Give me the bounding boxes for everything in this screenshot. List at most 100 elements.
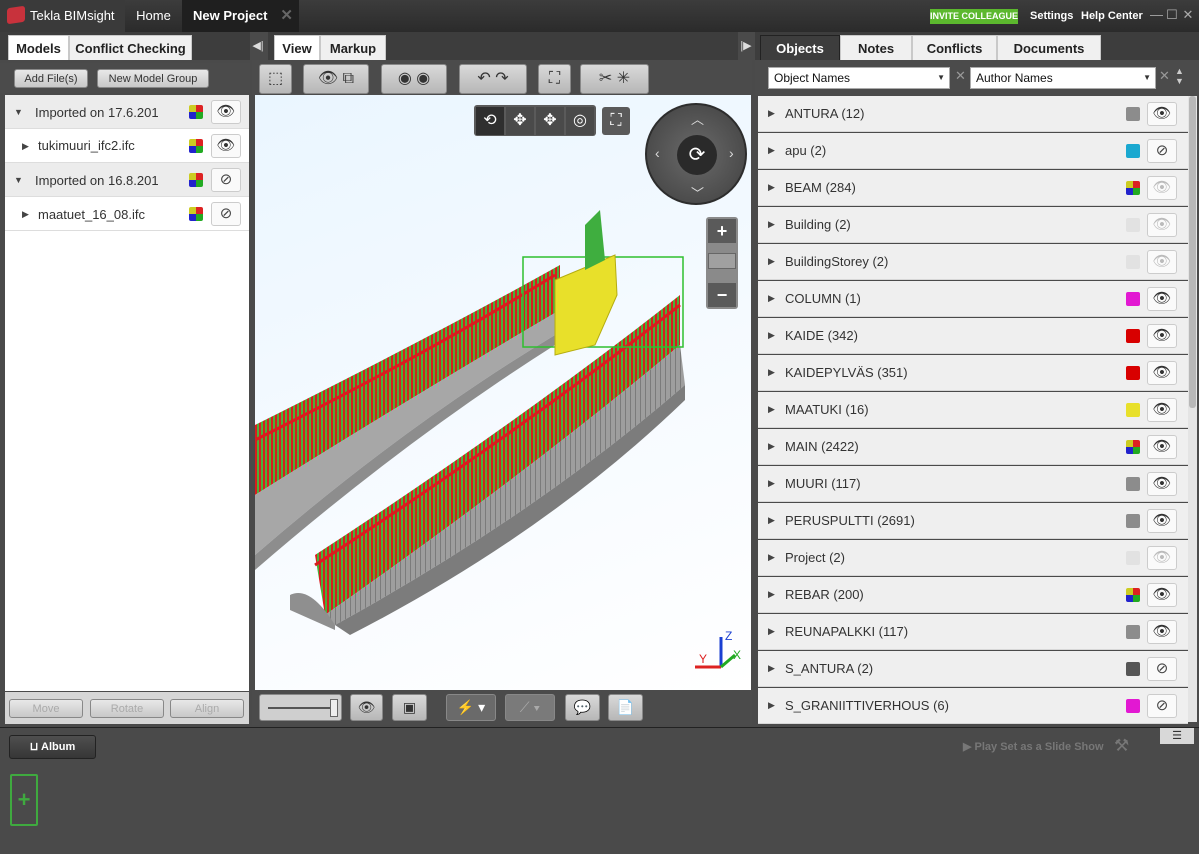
nav-left-icon[interactable]: ‹	[655, 145, 660, 161]
color-mode-icon[interactable]	[189, 207, 203, 221]
add-slide-button[interactable]: +	[10, 774, 38, 826]
color-swatch[interactable]	[1126, 551, 1140, 565]
expand-arrow-icon[interactable]: ▶	[768, 626, 775, 637]
expand-album-icon[interactable]: ☰	[1160, 728, 1194, 744]
tab-documents[interactable]: Documents	[997, 35, 1101, 60]
settings-link[interactable]: Settings	[1030, 0, 1073, 32]
tools-icon[interactable]: ⚒	[1114, 736, 1129, 756]
expand-arrow-icon[interactable]: ▶	[768, 330, 775, 341]
collapse-left-icon[interactable]: ◀|	[250, 32, 266, 60]
3d-viewport[interactable]: Z Y X ⟲ ✥ ✥ ◎ ⛶ ⟳ ︿ ﹀ ‹ › + −	[255, 95, 751, 690]
expand-arrow-icon[interactable]: ▶	[768, 663, 775, 674]
eye-icon[interactable]: 👁	[211, 134, 241, 158]
object-row[interactable]: ▶ BEAM (284) 👁	[758, 170, 1188, 206]
eye-icon[interactable]: 👁	[1147, 583, 1177, 607]
object-row[interactable]: ▶ REBAR (200) 👁	[758, 577, 1188, 613]
expand-arrow-icon[interactable]: ▶	[768, 404, 775, 415]
object-row[interactable]: ▶ S_GRANIITTIVERHOUS (6) ⊘	[758, 688, 1188, 724]
box-view-icon[interactable]: ▣	[392, 694, 427, 721]
fullscreen-icon[interactable]: ⛶	[602, 107, 630, 135]
eye-hidden-icon[interactable]: ⊘	[211, 168, 241, 192]
object-row[interactable]: ▶ PERUSPULTTI (2691) 👁	[758, 503, 1188, 539]
model-group-row[interactable]: ▼ Imported on 16.8.201 ⊘	[5, 163, 249, 197]
tab-view[interactable]: View	[274, 35, 320, 60]
comment-icon[interactable]: 💬	[565, 694, 600, 721]
home-tab[interactable]: Home	[125, 0, 182, 32]
clip-plane-icons[interactable]: ✂ ✳	[580, 64, 649, 94]
sort-arrows-icon[interactable]: ▲ ▼	[1175, 66, 1184, 86]
model-group-row[interactable]: ▼ Imported on 17.6.201 👁	[5, 95, 249, 129]
eye-icon[interactable]: 👁	[350, 694, 383, 721]
project-tab[interactable]: New Project ✕	[182, 0, 299, 32]
author-names-select[interactable]: Author Names ▼	[970, 67, 1156, 89]
eye-icon[interactable]: 👁	[1147, 102, 1177, 126]
expand-arrow-icon[interactable]: ▶	[768, 589, 775, 600]
select-area-icon[interactable]: ⬚	[259, 64, 292, 94]
orbit-icon[interactable]: ⟲	[476, 107, 504, 135]
color-swatch[interactable]	[1126, 514, 1140, 528]
expand-arrow-icon[interactable]: ▶	[768, 182, 775, 193]
eye-icon[interactable]: 👁	[1147, 509, 1177, 533]
eye-faded-icon[interactable]: 👁	[1147, 546, 1177, 570]
color-swatch[interactable]	[1126, 255, 1140, 269]
color-swatch[interactable]	[1126, 366, 1140, 380]
new-model-group-button[interactable]: New Model Group	[97, 69, 209, 88]
eye-icon[interactable]: 👁	[1147, 324, 1177, 348]
object-row[interactable]: ▶ MUURI (117) 👁	[758, 466, 1188, 502]
expand-arrow-icon[interactable]: ▶	[768, 219, 775, 230]
object-row[interactable]: ▶ MAATUKI (16) 👁	[758, 392, 1188, 428]
expand-arrow-icon[interactable]: ▶	[768, 256, 775, 267]
expand-arrow-icon[interactable]: ▶	[768, 441, 775, 452]
object-row[interactable]: ▶ ANTURA (12) 👁	[758, 96, 1188, 132]
navigation-wheel[interactable]: ⟳ ︿ ﹀ ‹ ›	[645, 103, 747, 205]
tab-markup[interactable]: Markup	[320, 35, 386, 60]
nav-down-icon[interactable]: ﹀	[691, 183, 704, 202]
color-swatch[interactable]	[1126, 440, 1140, 454]
clear-filter-icon[interactable]: ✕	[955, 68, 966, 84]
minimize-icon[interactable]: —	[1150, 8, 1163, 22]
object-row[interactable]: ▶ BuildingStorey (2) 👁	[758, 244, 1188, 280]
object-row[interactable]: ▶ apu (2) ⊘	[758, 133, 1188, 169]
tab-objects[interactable]: Objects	[760, 35, 840, 60]
transparency-slider-handle[interactable]	[330, 699, 338, 717]
nav-right-icon[interactable]: ›	[729, 145, 734, 161]
expand-arrow-icon[interactable]: ▶	[768, 700, 775, 711]
object-row[interactable]: ▶ KAIDEPYLVÄS (351) 👁	[758, 355, 1188, 391]
zoom-in-icon[interactable]: +	[708, 219, 736, 243]
eye-icon[interactable]: 👁	[211, 100, 241, 124]
move-button[interactable]: Move	[9, 699, 83, 718]
expand-arrow-icon[interactable]: ▶	[768, 552, 775, 563]
eye-hidden-icon[interactable]: ⊘	[1147, 657, 1177, 681]
object-row[interactable]: ▶ Building (2) 👁	[758, 207, 1188, 243]
flash-dropdown-icon[interactable]: ⚡ ▾	[446, 694, 496, 721]
close-window-icon[interactable]: ✕	[1182, 8, 1194, 22]
eye-icon[interactable]: 👁	[1147, 287, 1177, 311]
expand-arrow-icon[interactable]: ▶	[768, 478, 775, 489]
hide-show-icons[interactable]: 👁 ⧉	[303, 64, 369, 94]
fit-all-icon[interactable]: ⛶	[538, 64, 571, 94]
color-mode-icon[interactable]	[189, 139, 203, 153]
fly-icon[interactable]: ✥	[536, 107, 564, 135]
look-around-icon[interactable]: ◎	[566, 107, 594, 135]
eye-hidden-icon[interactable]: ⊘	[1147, 694, 1177, 718]
object-names-select[interactable]: Object Names ▼	[768, 67, 950, 89]
undo-redo-icons[interactable]: ↶ ↷	[459, 64, 527, 94]
clear-filter-icon[interactable]: ✕	[1159, 68, 1170, 84]
transparency-slider[interactable]	[259, 694, 342, 721]
eye-hidden-icon[interactable]: ⊘	[1147, 139, 1177, 163]
tab-models[interactable]: Models	[8, 35, 69, 60]
color-swatch[interactable]	[1126, 403, 1140, 417]
color-mode-icon[interactable]	[189, 105, 203, 119]
eye-faded-icon[interactable]: 👁	[1147, 176, 1177, 200]
color-swatch[interactable]	[1126, 662, 1140, 676]
color-swatch[interactable]	[1126, 292, 1140, 306]
align-button[interactable]: Align	[170, 699, 244, 718]
zoom-slider-handle[interactable]	[708, 253, 736, 269]
view-visibility-icons[interactable]: ◉ ◉	[381, 64, 447, 94]
color-swatch[interactable]	[1126, 329, 1140, 343]
eye-icon[interactable]: 👁	[1147, 435, 1177, 459]
pan-icon[interactable]: ✥	[506, 107, 534, 135]
object-row[interactable]: ▶ REUNAPALKKI (117) 👁	[758, 614, 1188, 650]
tab-conflicts[interactable]: Conflicts	[912, 35, 997, 60]
color-swatch[interactable]	[1126, 477, 1140, 491]
